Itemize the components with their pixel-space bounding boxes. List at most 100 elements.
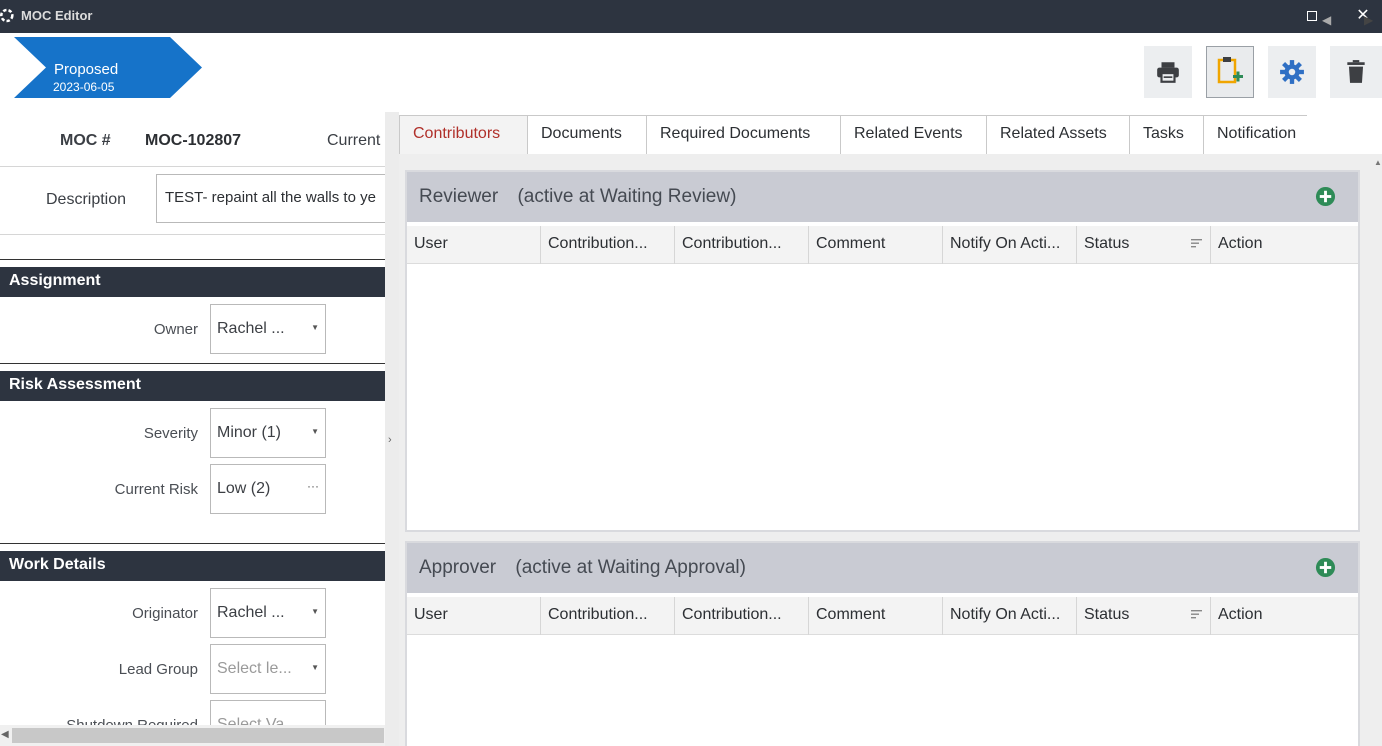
assignment-section-header: Assignment [0,267,385,297]
add-reviewer-icon[interactable] [1315,186,1336,207]
status-label: Proposed [54,61,119,78]
reviewer-panel: Reviewer (active at Waiting Review) User… [405,170,1360,532]
maximize-icon [1307,11,1317,21]
chevron-down-icon: ▼ [311,323,319,332]
column-comment[interactable]: Comment [809,226,943,264]
maximize-button[interactable] [1301,6,1323,26]
tab-scroll-right-icon[interactable]: ▶ [1364,13,1373,27]
status-chevron[interactable]: Proposed 2023-06-05 [14,37,202,98]
window-title: MOC Editor [21,8,93,23]
panel-splitter[interactable]: › [385,112,399,746]
column-action[interactable]: Action [1211,226,1358,264]
column-contribution-2[interactable]: Contribution... [675,226,809,264]
filter-sort-icon[interactable] [1191,610,1202,619]
approver-panel-title: Approver (active at Waiting Approval) [419,557,746,579]
severity-label: Severity [143,425,198,442]
shutdown-required-select[interactable]: Select Va... [210,700,326,725]
delete-button[interactable] [1330,46,1382,98]
tab-required-documents[interactable]: Required Documents [646,115,841,154]
moc-number-value: MOC-102807 [145,132,242,149]
column-notify-on-action[interactable]: Notify On Acti... [943,226,1077,264]
description-row: Description TEST- repaint all the walls … [0,167,396,235]
approver-active-note: (active at Waiting Approval) [515,557,746,578]
reviewer-active-note: (active at Waiting Review) [517,186,737,207]
current-risk-label: Current Risk [114,481,198,498]
column-user[interactable]: User [407,226,541,264]
description-label: Description [46,191,127,208]
column-status-label: Status [1084,606,1130,623]
scrollbar-thumb[interactable] [12,728,384,743]
app-logo-icon [0,8,14,23]
approver-role-label: Approver [419,557,497,578]
chevron-down-icon: ▼ [311,607,319,616]
tab-contributors[interactable]: Contributors [399,115,528,154]
lead-group-placeholder: Select le... [217,660,292,677]
approver-panel-header: Approver (active at Waiting Approval) [407,543,1358,593]
scroll-left-icon[interactable]: ◀ [1,729,9,740]
reviewer-panel-header: Reviewer (active at Waiting Review) [407,172,1358,222]
printer-icon [1157,62,1179,83]
current-label: Current [327,132,381,149]
originator-value: Rachel ... [217,604,285,621]
severity-value: Minor (1) [217,424,282,441]
chevron-down-icon: ▼ [311,427,319,436]
reviewer-panel-title: Reviewer (active at Waiting Review) [419,186,736,208]
print-button[interactable] [1144,46,1192,98]
gear-icon [1280,60,1304,84]
shutdown-required-label: Shutdown Required [66,717,198,725]
tab-related-events[interactable]: Related Events [840,115,987,154]
section-divider [0,259,385,260]
column-comment[interactable]: Comment [809,597,943,635]
column-status-label: Status [1084,235,1130,252]
reviewer-grid-header: User Contribution... Contribution... Com… [407,226,1358,264]
originator-label: Originator [132,605,198,622]
filter-sort-icon[interactable] [1191,239,1202,248]
column-status[interactable]: Status [1077,597,1211,635]
tab-tasks[interactable]: Tasks [1129,115,1204,154]
section-divider [0,543,385,544]
lead-group-label: Lead Group [118,661,198,678]
approver-grid-header: User Contribution... Contribution... Com… [407,597,1358,635]
current-risk-field[interactable]: Low (2) ··· [210,464,326,514]
column-contribution-1[interactable]: Contribution... [541,226,675,264]
left-form-panel: Assignment Owner Rachel ... ▼ Risk Asses… [0,235,385,725]
chevron-down-icon: ▼ [311,663,319,672]
description-input[interactable]: TEST- repaint all the walls to ye [156,174,396,223]
reviewer-role-label: Reviewer [419,186,499,207]
horizontal-scrollbar[interactable]: ◀ [0,725,385,746]
settings-button[interactable] [1268,46,1316,98]
approver-panel: Approver (active at Waiting Approval) Us… [405,541,1360,746]
status-date: 2023-06-05 [53,80,115,94]
lead-group-select[interactable]: Select le... ▼ [210,644,326,694]
expand-chevron-icon[interactable]: › [388,434,392,446]
shutdown-required-placeholder: Select Va... [217,716,298,725]
originator-select[interactable]: Rachel ... ▼ [210,588,326,638]
clipboard-add-icon [1217,57,1243,84]
add-document-button[interactable] [1206,46,1254,98]
add-approver-icon[interactable] [1315,557,1336,578]
column-user[interactable]: User [407,597,541,635]
owner-select[interactable]: Rachel ... ▼ [210,304,326,354]
column-notify-on-action[interactable]: Notify On Acti... [943,597,1077,635]
tab-documents[interactable]: Documents [527,115,647,154]
severity-select[interactable]: Minor (1) ▼ [210,408,326,458]
more-options-icon[interactable]: ··· [307,479,319,493]
trash-icon [1347,60,1365,83]
work-details-section-header: Work Details [0,551,385,581]
tab-bar: Contributors Documents Required Document… [399,112,1382,154]
column-contribution-1[interactable]: Contribution... [541,597,675,635]
owner-value: Rachel ... [217,320,285,337]
current-risk-value: Low (2) [217,480,271,497]
column-action[interactable]: Action [1211,597,1358,635]
column-status[interactable]: Status [1077,226,1211,264]
moc-number-row: MOC # MOC-102807 Current [0,112,385,167]
title-bar: MOC Editor ✕ [0,0,1382,33]
scroll-up-icon[interactable]: ▲ [1374,158,1382,167]
section-divider [0,363,385,364]
tab-notification[interactable]: Notification [1203,115,1307,154]
tab-scroll-left-icon[interactable]: ◀ [1322,13,1331,27]
moc-number-label: MOC # [60,132,111,149]
tab-related-assets[interactable]: Related Assets [986,115,1130,154]
column-contribution-2[interactable]: Contribution... [675,597,809,635]
owner-label: Owner [153,321,198,338]
